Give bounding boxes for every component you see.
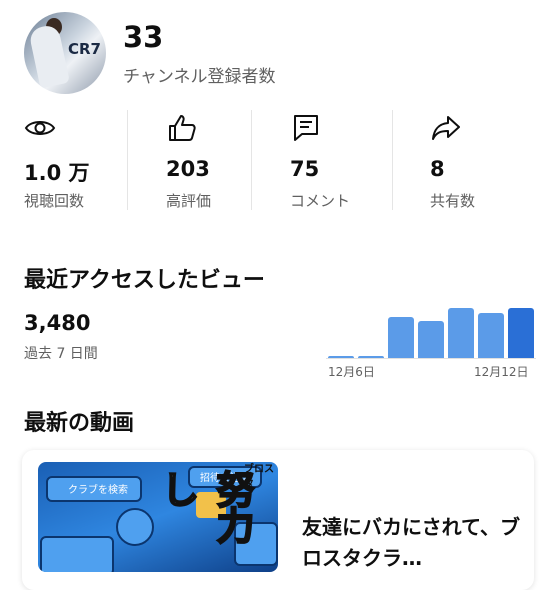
- thumbs-up-icon: [169, 115, 196, 141]
- stats-divider: [392, 110, 393, 210]
- stat-shares-label: 共有数: [430, 192, 476, 210]
- recent-views-value: 3,480: [24, 311, 91, 335]
- thumbnail-panel: [40, 536, 114, 572]
- chart-bar: [418, 321, 444, 358]
- stat-likes-value: 203: [166, 157, 210, 181]
- stat-views-label: 視聴回数: [24, 192, 85, 210]
- avatar-figure-body: [28, 23, 70, 89]
- chart-bar: [448, 308, 474, 358]
- stat-shares[interactable]: [430, 112, 462, 148]
- thumbnail-caption: 努力し: [154, 469, 255, 543]
- recent-views-title: 最近アクセスしたビュー: [24, 268, 265, 293]
- share-icon: [432, 116, 460, 140]
- subscriber-label: チャンネル登録者数: [123, 67, 276, 87]
- thumbnail-icon: [116, 508, 154, 546]
- chart-bar: [328, 356, 354, 358]
- thumbnail-tag: クラブを検索: [68, 485, 128, 496]
- stat-likes-label: 高評価: [166, 192, 212, 210]
- video-thumbnail[interactable]: クラブを検索 招待を送信 ブロスタ 努力し: [38, 462, 278, 572]
- video-title[interactable]: 友達にバカにされて、ブロスタクラ…: [302, 512, 522, 574]
- chart-bar: [388, 317, 414, 358]
- stat-comments-label: コメント: [290, 192, 351, 210]
- stat-likes[interactable]: [166, 112, 198, 148]
- stats-divider: [127, 110, 128, 210]
- latest-video-title: 最新の動画: [24, 411, 135, 436]
- chart-tick-label: 12月12日: [474, 365, 529, 379]
- eye-icon: [24, 121, 56, 135]
- stat-shares-value: 8: [430, 157, 445, 181]
- chart-bar: [508, 308, 534, 358]
- chart-baseline: [326, 358, 536, 359]
- avatar-logo-text: CR7: [68, 40, 101, 58]
- chart-tick-label: 12月6日: [328, 365, 375, 379]
- comment-icon: [294, 115, 318, 141]
- subscriber-count: 33: [123, 20, 164, 54]
- chart-bar: [358, 356, 384, 358]
- stat-comments-value: 75: [290, 157, 320, 181]
- stat-comments[interactable]: [290, 112, 322, 148]
- stat-views[interactable]: [24, 112, 56, 148]
- recent-views-period: 過去 7 日間: [24, 346, 98, 362]
- stats-divider: [251, 110, 252, 210]
- chart-bar: [478, 313, 504, 358]
- channel-avatar[interactable]: CR7: [24, 12, 106, 94]
- views-bar-chart[interactable]: 12月6日 12月12日: [326, 300, 536, 382]
- stat-views-value: 1.0 万: [24, 161, 90, 185]
